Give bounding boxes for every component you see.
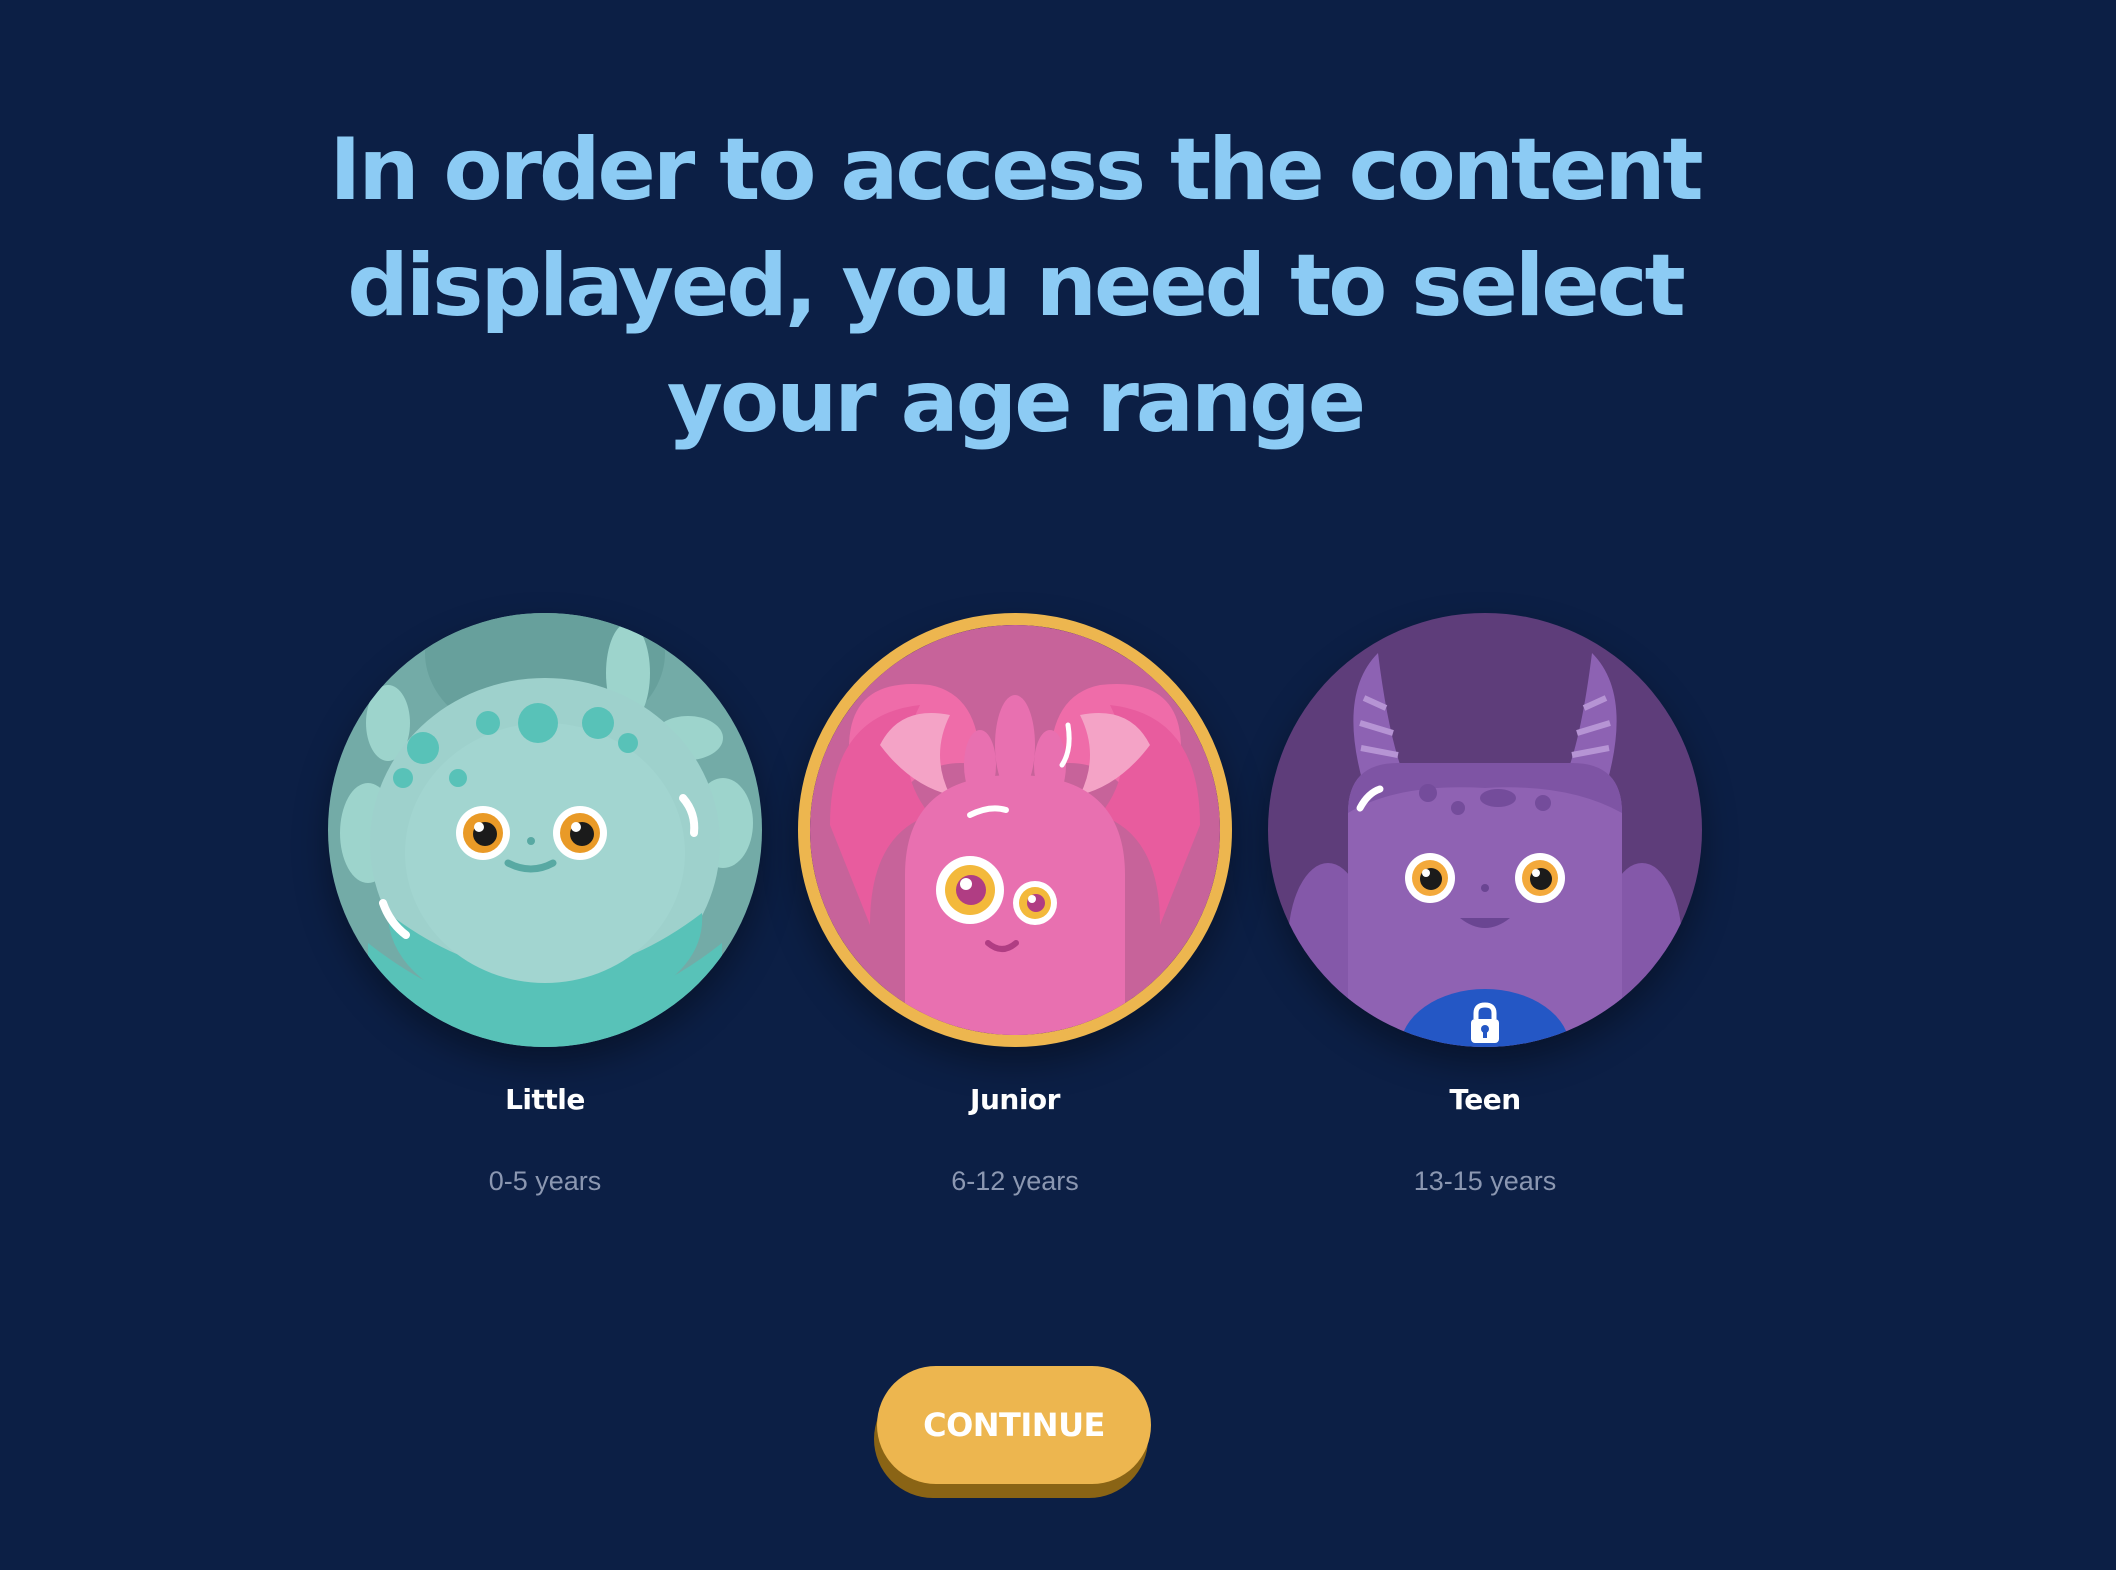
lock-icon <box>1471 1002 1499 1043</box>
age-option-label: Junior <box>970 1083 1060 1116</box>
age-option-label: Teen <box>1449 1083 1521 1116</box>
age-selection-page: In order to access the content displayed… <box>0 0 2116 1570</box>
age-option-label: Little <box>505 1083 585 1116</box>
little-monster-icon[interactable] <box>328 613 762 1047</box>
continue-button[interactable]: CONTINUE <box>877 1366 1151 1484</box>
age-option-junior[interactable]: Junior 6-12 years <box>795 613 1235 1197</box>
age-option-range: 13-15 years <box>1413 1166 1557 1196</box>
junior-monster-icon[interactable] <box>798 613 1232 1047</box>
age-option-range: 6-12 years <box>951 1166 1079 1196</box>
teen-monster-icon[interactable] <box>1268 613 1702 1047</box>
page-heading: In order to access the content displayed… <box>329 120 1703 452</box>
age-option-little[interactable]: Little 0-5 years <box>325 613 765 1197</box>
age-option-teen[interactable]: Teen 13-15 years <box>1265 613 1705 1197</box>
age-option-range: 0-5 years <box>488 1166 602 1196</box>
